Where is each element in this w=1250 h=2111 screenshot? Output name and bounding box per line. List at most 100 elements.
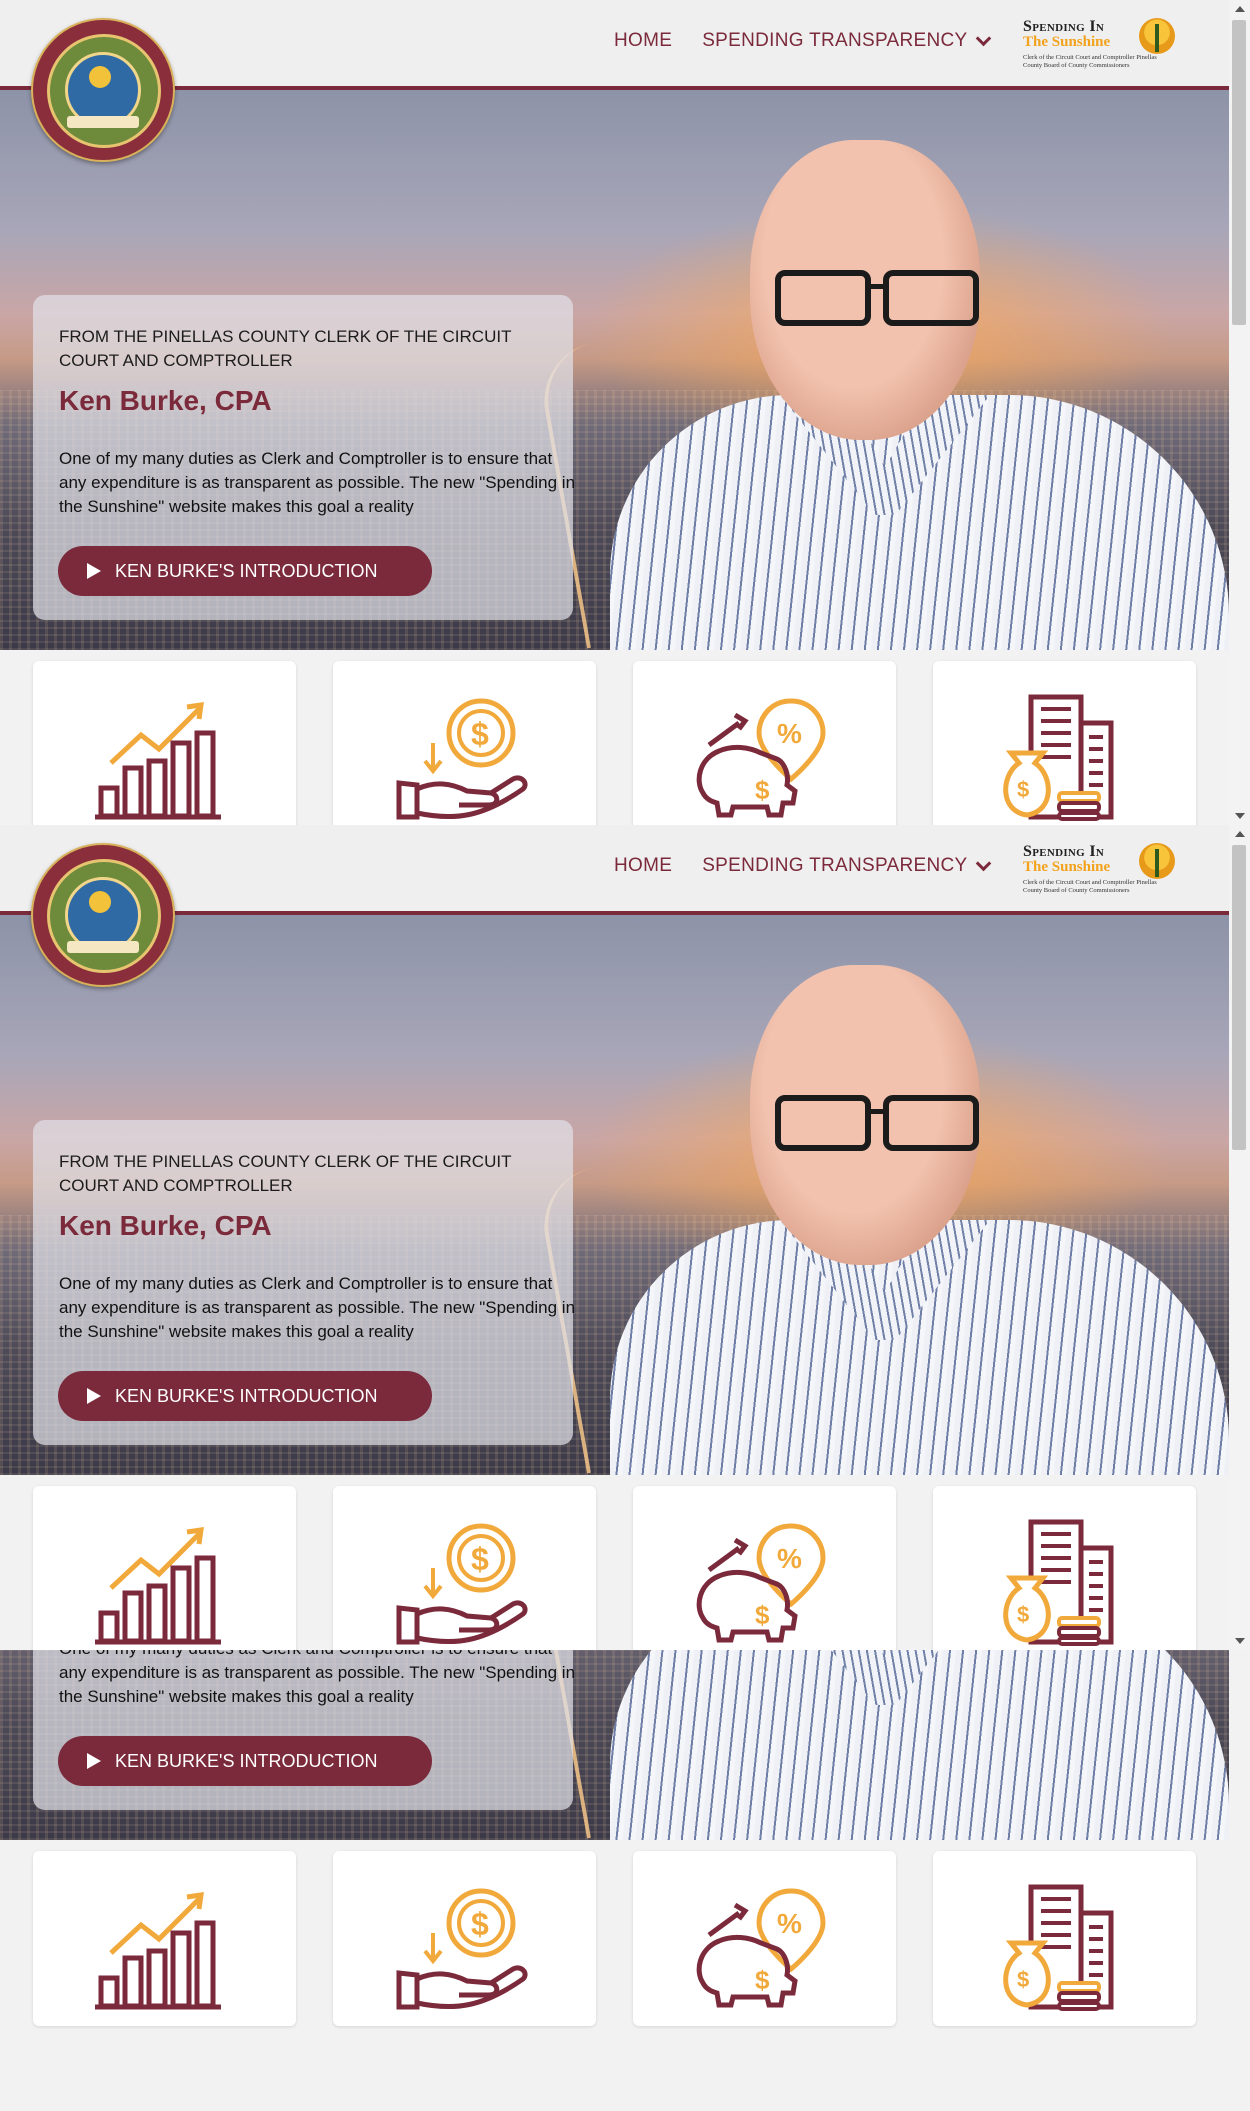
brand-line2: The Sunshine bbox=[1023, 859, 1111, 875]
dollar-hand-icon: $ bbox=[396, 698, 528, 820]
svg-text:$: $ bbox=[1017, 1967, 1029, 1992]
svg-text:$: $ bbox=[471, 1541, 489, 1577]
intro-eyebrow: FROM THE PINELLAS COUNTY CLERK OF THE CI… bbox=[59, 327, 512, 370]
svg-text:$: $ bbox=[1017, 777, 1029, 802]
bar-chart-growth-icon bbox=[95, 702, 221, 820]
piggy-bank-percent-icon: % $ bbox=[696, 698, 826, 818]
ken-burke-photo bbox=[610, 140, 1229, 650]
scrollbar-thumb[interactable] bbox=[1232, 845, 1246, 1150]
nav-spending-label: SPENDING TRANSPARENCY bbox=[702, 855, 968, 876]
seal-ribbon bbox=[67, 941, 139, 953]
seal-sun bbox=[89, 66, 111, 88]
spending-in-the-sunshine-logo[interactable]: Spending In The Sunshine Clerk of the Ci… bbox=[1023, 841, 1183, 897]
nav-spending-label: SPENDING TRANSPARENCY bbox=[702, 30, 968, 51]
tile-building[interactable]: $ bbox=[933, 1851, 1196, 2026]
hero-banner: FROM THE PINELLAS COUNTY CLERK OF THE CI… bbox=[0, 90, 1229, 650]
main-nav: HOME SPENDING TRANSPARENCY bbox=[614, 851, 1019, 881]
scroll-up-arrow-icon[interactable] bbox=[1235, 6, 1245, 12]
intro-name: Ken Burke, CPA bbox=[59, 385, 272, 416]
nav-spending-transparency[interactable]: SPENDING TRANSPARENCY bbox=[702, 30, 991, 52]
brand-line3: Clerk of the Circuit Court and Comptroll… bbox=[1023, 879, 1157, 894]
introduction-button-label: KEN BURKE'S INTRODUCTION bbox=[115, 560, 378, 581]
feature-tiles: $ % $ $ bbox=[0, 1851, 1229, 2026]
bar-chart-growth-icon bbox=[95, 1527, 221, 1645]
scrollbar[interactable] bbox=[1229, 825, 1250, 1650]
intro-eyebrow: FROM THE PINELLAS COUNTY CLERK OF THE CI… bbox=[59, 1152, 512, 1195]
tile-growth[interactable] bbox=[33, 1851, 296, 2026]
svg-text:$: $ bbox=[755, 1965, 770, 1995]
intro-name: Ken Burke, CPA bbox=[59, 1210, 272, 1241]
tile-piggy-bank[interactable]: % $ bbox=[633, 661, 896, 825]
tile-dollar-hand[interactable]: $ bbox=[333, 661, 596, 825]
hero-banner: FROM THE PINELLAS COUNTY CLERK OF THE CI… bbox=[0, 1650, 1229, 1840]
tile-building[interactable]: $ bbox=[933, 661, 1196, 825]
play-icon bbox=[87, 1753, 101, 1769]
feature-tiles: $ % $ $ bbox=[0, 661, 1229, 825]
seal-ribbon bbox=[67, 116, 139, 128]
dollar-hand-icon: $ bbox=[396, 1888, 528, 2010]
palm-sun-icon bbox=[1139, 18, 1175, 54]
county-seal-logo[interactable] bbox=[31, 18, 175, 162]
svg-text:$: $ bbox=[755, 1600, 770, 1630]
introduction-button-label: KEN BURKE'S INTRODUCTION bbox=[115, 1385, 378, 1406]
piggy-bank-percent-icon: % $ bbox=[696, 1888, 826, 2008]
glasses bbox=[775, 1095, 979, 1151]
brand-line2: The Sunshine bbox=[1023, 34, 1111, 50]
building-money-bag-icon: $ bbox=[1003, 1884, 1114, 2011]
shirt bbox=[610, 1650, 1229, 1840]
feature-tiles: $ % $ $ bbox=[0, 1486, 1229, 1650]
svg-text:$: $ bbox=[471, 716, 489, 752]
tile-piggy-bank[interactable]: % $ bbox=[633, 1851, 896, 2026]
introduction-video-button[interactable]: KEN BURKE'S INTRODUCTION bbox=[58, 546, 432, 596]
scrollbar-thumb[interactable] bbox=[1232, 20, 1246, 325]
intro-card: FROM THE PINELLAS COUNTY CLERK OF THE CI… bbox=[33, 1650, 575, 1810]
screenshot-frame-1: HOME SPENDING TRANSPARENCY Spending In T… bbox=[0, 0, 1250, 825]
screenshot-frame-2: HOME SPENDING TRANSPARENCY Spending In T… bbox=[0, 825, 1250, 1650]
introduction-button-label: KEN BURKE'S INTRODUCTION bbox=[115, 1750, 378, 1771]
svg-text:%: % bbox=[777, 1908, 802, 1939]
building-money-bag-icon: $ bbox=[1003, 694, 1114, 821]
site-header: HOME SPENDING TRANSPARENCY Spending In T… bbox=[0, 825, 1229, 915]
main-nav: HOME SPENDING TRANSPARENCY bbox=[614, 26, 1019, 56]
tile-dollar-hand[interactable]: $ bbox=[333, 1486, 596, 1650]
tile-dollar-hand[interactable]: $ bbox=[333, 1851, 596, 2026]
seal-sun bbox=[89, 891, 111, 913]
ken-burke-photo bbox=[610, 965, 1229, 1475]
glasses bbox=[775, 270, 979, 326]
svg-text:$: $ bbox=[471, 1906, 489, 1942]
chevron-down-icon bbox=[975, 30, 991, 46]
brand-line3: Clerk of the Circuit Court and Comptroll… bbox=[1023, 54, 1157, 69]
nav-home[interactable]: HOME bbox=[614, 855, 672, 877]
bar-chart-growth-icon bbox=[95, 1892, 221, 2010]
intro-paragraph: One of my many duties as Clerk and Compt… bbox=[59, 1274, 576, 1341]
county-seal-logo[interactable] bbox=[31, 843, 175, 987]
scrollbar[interactable] bbox=[1229, 0, 1250, 825]
tile-growth[interactable] bbox=[33, 1486, 296, 1650]
ken-burke-photo bbox=[610, 1650, 1229, 1840]
scroll-down-arrow-icon[interactable] bbox=[1235, 813, 1245, 819]
piggy-bank-percent-icon: % $ bbox=[696, 1523, 826, 1643]
intro-card: FROM THE PINELLAS COUNTY CLERK OF THE CI… bbox=[33, 295, 575, 620]
introduction-video-button[interactable]: KEN BURKE'S INTRODUCTION bbox=[58, 1371, 432, 1421]
site-header: HOME SPENDING TRANSPARENCY Spending In T… bbox=[0, 0, 1229, 90]
hero-banner: FROM THE PINELLAS COUNTY CLERK OF THE CI… bbox=[0, 915, 1229, 1475]
intro-card: FROM THE PINELLAS COUNTY CLERK OF THE CI… bbox=[33, 1120, 575, 1445]
introduction-video-button[interactable]: KEN BURKE'S INTRODUCTION bbox=[58, 1736, 432, 1786]
palm-sun-icon bbox=[1139, 843, 1175, 879]
scroll-down-arrow-icon[interactable] bbox=[1235, 1638, 1245, 1644]
tile-building[interactable]: $ bbox=[933, 1486, 1196, 1650]
chevron-down-icon bbox=[975, 855, 991, 871]
scroll-up-arrow-icon[interactable] bbox=[1235, 831, 1245, 837]
nav-spending-transparency[interactable]: SPENDING TRANSPARENCY bbox=[702, 855, 991, 877]
dollar-hand-icon: $ bbox=[396, 1523, 528, 1645]
tile-piggy-bank[interactable]: % $ bbox=[633, 1486, 896, 1650]
tile-growth[interactable] bbox=[33, 661, 296, 825]
svg-text:$: $ bbox=[755, 775, 770, 805]
spending-in-the-sunshine-logo[interactable]: Spending In The Sunshine Clerk of the Ci… bbox=[1023, 16, 1183, 72]
intro-paragraph: One of my many duties as Clerk and Compt… bbox=[59, 1650, 576, 1706]
intro-paragraph: One of my many duties as Clerk and Compt… bbox=[59, 449, 576, 516]
svg-text:%: % bbox=[777, 1543, 802, 1574]
svg-text:$: $ bbox=[1017, 1602, 1029, 1627]
play-icon bbox=[87, 1388, 101, 1404]
nav-home[interactable]: HOME bbox=[614, 30, 672, 52]
